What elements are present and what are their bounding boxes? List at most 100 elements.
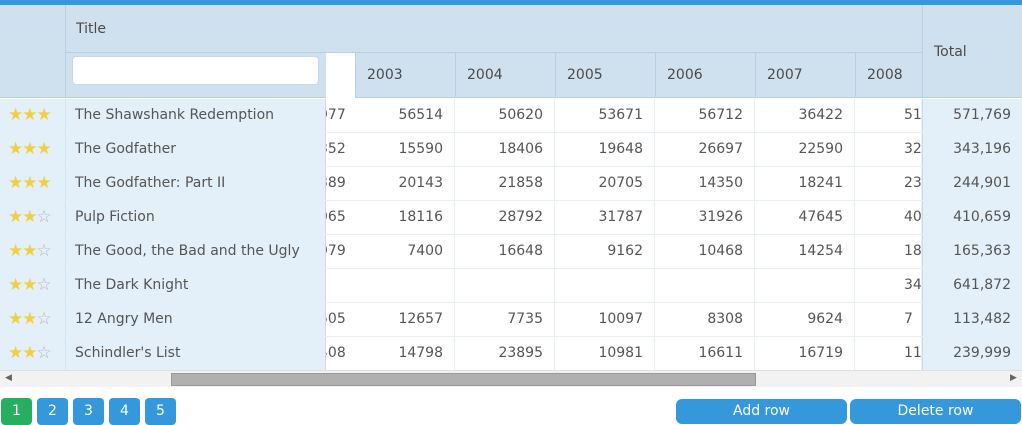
clipped-year-cell[interactable]: 505 xyxy=(326,303,355,336)
year-value-cell[interactable]: 32 xyxy=(855,133,922,166)
add-row-button[interactable]: Add row xyxy=(676,399,847,424)
star-filled-icon: ★ xyxy=(22,309,37,329)
table-row[interactable]: ★★★The Godfather352155901840619648266972… xyxy=(0,133,1022,167)
year-value-cell[interactable]: 18241 xyxy=(755,167,855,200)
year-value-cell[interactable]: 8308 xyxy=(655,303,755,336)
year-value-cell[interactable]: 23895 xyxy=(455,337,555,370)
year-value-cell[interactable]: 7735 xyxy=(455,303,555,336)
header-year-cell[interactable]: 2003 xyxy=(355,53,455,98)
star-empty-icon: ☆ xyxy=(36,241,52,261)
table-row[interactable]: ★★☆Pulp Fiction9651811628792317873192647… xyxy=(0,201,1022,235)
table-row[interactable]: ★★☆The Good, the Bad and the Ugly9797400… xyxy=(0,235,1022,269)
year-value-cell[interactable]: 26697 xyxy=(655,133,755,166)
year-value-cell[interactable]: 7400 xyxy=(355,235,455,268)
table-row[interactable]: ★★☆The Dark Knight349641,872 xyxy=(0,269,1022,303)
header-year-cell[interactable]: 2008 xyxy=(855,53,922,98)
year-value-cell[interactable]: 40 xyxy=(855,201,922,234)
year-value-cell[interactable]: 10468 xyxy=(655,235,755,268)
year-value-cell[interactable]: 16648 xyxy=(455,235,555,268)
year-value-cell[interactable]: 10097 xyxy=(555,303,655,336)
year-value-cell[interactable]: 47645 xyxy=(755,201,855,234)
year-value-cell[interactable] xyxy=(455,269,555,302)
header-title-cell[interactable]: Title xyxy=(66,5,922,53)
year-value-cell[interactable]: 18406 xyxy=(455,133,555,166)
year-value-cell[interactable]: 18 xyxy=(855,235,922,268)
year-value-cell[interactable] xyxy=(355,269,455,302)
scrollbar-thumb[interactable] xyxy=(171,373,756,386)
header-year-cell[interactable]: 2007 xyxy=(755,53,855,98)
table-row[interactable]: ★★★The Godfather: Part II389201432185820… xyxy=(0,167,1022,201)
year-value-cell[interactable]: 18116 xyxy=(355,201,455,234)
title-cell[interactable]: The Godfather: Part II xyxy=(66,167,326,200)
year-value-cell[interactable]: 16719 xyxy=(755,337,855,370)
clipped-year-cell[interactable]: 352 xyxy=(326,133,355,166)
total-cell: 343,196 xyxy=(922,133,1022,166)
year-value-cell[interactable]: 20143 xyxy=(355,167,455,200)
page-button[interactable]: 5 xyxy=(145,398,176,425)
clipped-year-cell[interactable]: 389 xyxy=(326,167,355,200)
year-value-cell[interactable] xyxy=(655,269,755,302)
year-value-cell[interactable]: 7 xyxy=(855,303,922,336)
year-value-cell[interactable]: 11 xyxy=(855,337,922,370)
page-button[interactable]: 1 xyxy=(1,398,32,425)
title-cell[interactable]: The Shawshank Redemption xyxy=(66,99,326,132)
year-value-cell[interactable]: 9624 xyxy=(755,303,855,336)
clipped-year-cell[interactable]: 977 xyxy=(326,99,355,132)
title-cell[interactable]: Pulp Fiction xyxy=(66,201,326,234)
year-value-cell[interactable]: 19648 xyxy=(555,133,655,166)
year-value-cell[interactable]: 20705 xyxy=(555,167,655,200)
star-filled-icon: ★ xyxy=(22,241,37,261)
title-cell[interactable]: 12 Angry Men xyxy=(66,303,326,336)
year-value-cell[interactable]: 14254 xyxy=(755,235,855,268)
year-value-cell[interactable]: 23 xyxy=(855,167,922,200)
star-filled-icon: ★ xyxy=(8,139,23,159)
year-value-cell[interactable]: 28792 xyxy=(455,201,555,234)
year-value-cell[interactable]: 56712 xyxy=(655,99,755,132)
scroll-right-arrow-icon[interactable]: ▶ xyxy=(1010,373,1017,383)
year-value-cell[interactable]: 14350 xyxy=(655,167,755,200)
year-value-cell[interactable]: 349 xyxy=(855,269,922,302)
year-value-cell[interactable]: 22590 xyxy=(755,133,855,166)
total-cell: 244,901 xyxy=(922,167,1022,200)
year-value-cell[interactable]: 31926 xyxy=(655,201,755,234)
header-total-cell[interactable]: Total xyxy=(922,5,1022,98)
title-cell[interactable]: The Dark Knight xyxy=(66,269,326,302)
page-button[interactable]: 4 xyxy=(109,398,140,425)
year-value-cell[interactable]: 10981 xyxy=(555,337,655,370)
clipped-year-cell[interactable] xyxy=(326,269,355,302)
title-cell[interactable]: The Good, the Bad and the Ugly xyxy=(66,235,326,268)
year-value-cell[interactable] xyxy=(755,269,855,302)
table-row[interactable]: ★★☆12 Angry Men5051265777351009783089624… xyxy=(0,303,1022,337)
year-value-cell[interactable]: 51 xyxy=(855,99,922,132)
year-value-cell[interactable]: 36422 xyxy=(755,99,855,132)
title-filter-input[interactable] xyxy=(72,56,319,85)
page-button[interactable]: 3 xyxy=(73,398,104,425)
header-year-cell[interactable]: 2004 xyxy=(455,53,555,98)
year-value-cell[interactable]: 15590 xyxy=(355,133,455,166)
year-value-cell[interactable]: 53671 xyxy=(555,99,655,132)
header-year-label: 2007 xyxy=(767,67,803,83)
horizontal-scrollbar[interactable]: ◀ ▶ xyxy=(0,370,1022,387)
year-value-cell[interactable]: 9162 xyxy=(555,235,655,268)
year-value-cell[interactable]: 21858 xyxy=(455,167,555,200)
page-button[interactable]: 2 xyxy=(37,398,68,425)
year-value-cell[interactable]: 14798 xyxy=(355,337,455,370)
year-value-cell[interactable]: 31787 xyxy=(555,201,655,234)
header-year-cell[interactable]: 2005 xyxy=(555,53,655,98)
header-year-cell[interactable]: 2006 xyxy=(655,53,755,98)
clipped-year-cell[interactable]: 408 xyxy=(326,337,355,370)
title-cell[interactable]: Schindler's List xyxy=(66,337,326,370)
clipped-year-cell[interactable]: 965 xyxy=(326,201,355,234)
title-cell[interactable]: The Godfather xyxy=(66,133,326,166)
year-value-cell[interactable]: 16611 xyxy=(655,337,755,370)
year-value-cell[interactable]: 12657 xyxy=(355,303,455,336)
year-value-cell[interactable]: 56514 xyxy=(355,99,455,132)
scroll-left-arrow-icon[interactable]: ◀ xyxy=(5,373,12,383)
table-row[interactable]: ★★★The Shawshank Redemption9775651450620… xyxy=(0,99,1022,133)
year-value-cell[interactable]: 50620 xyxy=(455,99,555,132)
delete-row-button[interactable]: Delete row xyxy=(850,399,1021,424)
table-row[interactable]: ★★☆Schindler's List408147982389510981166… xyxy=(0,337,1022,370)
year-value-cell[interactable] xyxy=(555,269,655,302)
total-cell: 571,769 xyxy=(922,99,1022,132)
clipped-year-cell[interactable]: 979 xyxy=(326,235,355,268)
